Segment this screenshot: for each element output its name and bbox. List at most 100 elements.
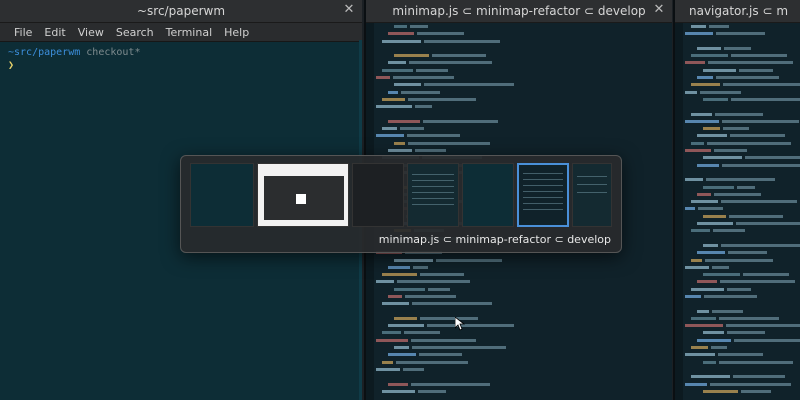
minimap-editor-title: minimap.js ⊂ minimap-refactor ⊂ develop bbox=[392, 4, 646, 18]
code-line bbox=[376, 258, 672, 265]
code-line bbox=[685, 265, 800, 272]
code-line bbox=[685, 97, 800, 104]
code-line bbox=[685, 60, 800, 67]
code-line bbox=[376, 382, 672, 389]
menu-terminal[interactable]: Terminal bbox=[166, 26, 213, 39]
code-line bbox=[376, 301, 672, 308]
code-line bbox=[376, 31, 672, 38]
code-line bbox=[376, 24, 672, 31]
code-line bbox=[685, 53, 800, 60]
code-line bbox=[685, 119, 800, 126]
menu-edit[interactable]: Edit bbox=[44, 26, 65, 39]
code-line bbox=[376, 265, 672, 272]
code-line bbox=[685, 75, 800, 82]
code-line bbox=[376, 126, 672, 133]
code-line bbox=[376, 90, 672, 97]
code-line bbox=[685, 90, 800, 97]
thumbnail-terminal[interactable] bbox=[190, 163, 254, 227]
minimap-editor-titlebar[interactable]: minimap.js ⊂ minimap-refactor ⊂ develop … bbox=[366, 0, 672, 23]
code-line bbox=[685, 148, 800, 155]
code-line bbox=[685, 294, 800, 301]
terminal-titlebar[interactable]: ~src/paperwm ✕ bbox=[0, 0, 362, 23]
code-line bbox=[685, 243, 800, 250]
code-line bbox=[685, 323, 800, 330]
thumbnail-minimap-editor[interactable] bbox=[517, 163, 569, 227]
thumbnail-dark[interactable] bbox=[352, 163, 404, 227]
code-line bbox=[376, 330, 672, 337]
code-line bbox=[685, 374, 800, 381]
code-line bbox=[685, 345, 800, 352]
code-line bbox=[685, 126, 800, 133]
code-line bbox=[376, 323, 672, 330]
code-line bbox=[685, 352, 800, 359]
thumbnail-terminal-2[interactable] bbox=[462, 163, 514, 227]
code-line bbox=[685, 31, 800, 38]
prompt-cursor: ❯ bbox=[8, 60, 15, 71]
code-line bbox=[685, 24, 800, 31]
code-line bbox=[685, 279, 800, 286]
code-line bbox=[685, 163, 800, 170]
code-line bbox=[685, 133, 800, 140]
terminal-title: ~src/paperwm bbox=[136, 4, 226, 18]
menu-view[interactable]: View bbox=[78, 26, 104, 39]
thumbnail-browser[interactable] bbox=[257, 163, 349, 227]
code-line bbox=[685, 309, 800, 316]
code-line bbox=[685, 185, 800, 192]
code-line bbox=[376, 60, 672, 67]
code-line bbox=[685, 46, 800, 53]
window-switcher[interactable]: minimap.js ⊂ minimap-refactor ⊂ develop bbox=[180, 155, 622, 253]
prompt-line: ~src/paperwm checkout* bbox=[8, 46, 354, 59]
code-line bbox=[376, 97, 672, 104]
menu-search[interactable]: Search bbox=[116, 26, 154, 39]
code-line bbox=[685, 338, 800, 345]
navigator-editor-titlebar[interactable]: navigator.js ⊂ m bbox=[675, 0, 800, 23]
code-line bbox=[685, 141, 800, 148]
menu-help[interactable]: Help bbox=[224, 26, 249, 39]
code-line bbox=[376, 360, 672, 367]
code-line bbox=[685, 68, 800, 75]
code-line bbox=[685, 214, 800, 221]
code-line bbox=[685, 112, 800, 119]
thumbnail-code[interactable] bbox=[407, 163, 459, 227]
code-line bbox=[685, 316, 800, 323]
menu-file[interactable]: File bbox=[14, 26, 32, 39]
code-line bbox=[376, 345, 672, 352]
code-line bbox=[685, 206, 800, 213]
code-line bbox=[685, 360, 800, 367]
code-line bbox=[685, 250, 800, 257]
code-line bbox=[376, 316, 672, 323]
code-line bbox=[685, 221, 800, 228]
code-line bbox=[376, 294, 672, 301]
thumbnail-code-2[interactable] bbox=[572, 163, 612, 227]
code-line bbox=[685, 155, 800, 162]
code-line bbox=[376, 104, 672, 111]
code-line bbox=[376, 68, 672, 75]
code-line bbox=[685, 330, 800, 337]
code-line bbox=[376, 287, 672, 294]
code-line bbox=[685, 258, 800, 265]
code-area[interactable] bbox=[685, 24, 800, 396]
code-line bbox=[376, 352, 672, 359]
code-line bbox=[376, 272, 672, 279]
code-line bbox=[376, 279, 672, 286]
navigator-editor-window[interactable]: navigator.js ⊂ m bbox=[673, 0, 800, 400]
code-line bbox=[685, 192, 800, 199]
code-line bbox=[685, 389, 800, 396]
code-line bbox=[376, 53, 672, 60]
prompt-path: ~src/paperwm bbox=[8, 47, 81, 58]
close-icon[interactable]: ✕ bbox=[342, 3, 356, 17]
code-line bbox=[376, 39, 672, 46]
navigator-editor-title: navigator.js ⊂ m bbox=[688, 4, 789, 18]
code-line bbox=[376, 82, 672, 89]
close-icon[interactable]: ✕ bbox=[652, 3, 666, 17]
code-line bbox=[685, 272, 800, 279]
code-line bbox=[685, 177, 800, 184]
terminal-output[interactable]: ~src/paperwm checkout* ❯ bbox=[0, 42, 362, 76]
